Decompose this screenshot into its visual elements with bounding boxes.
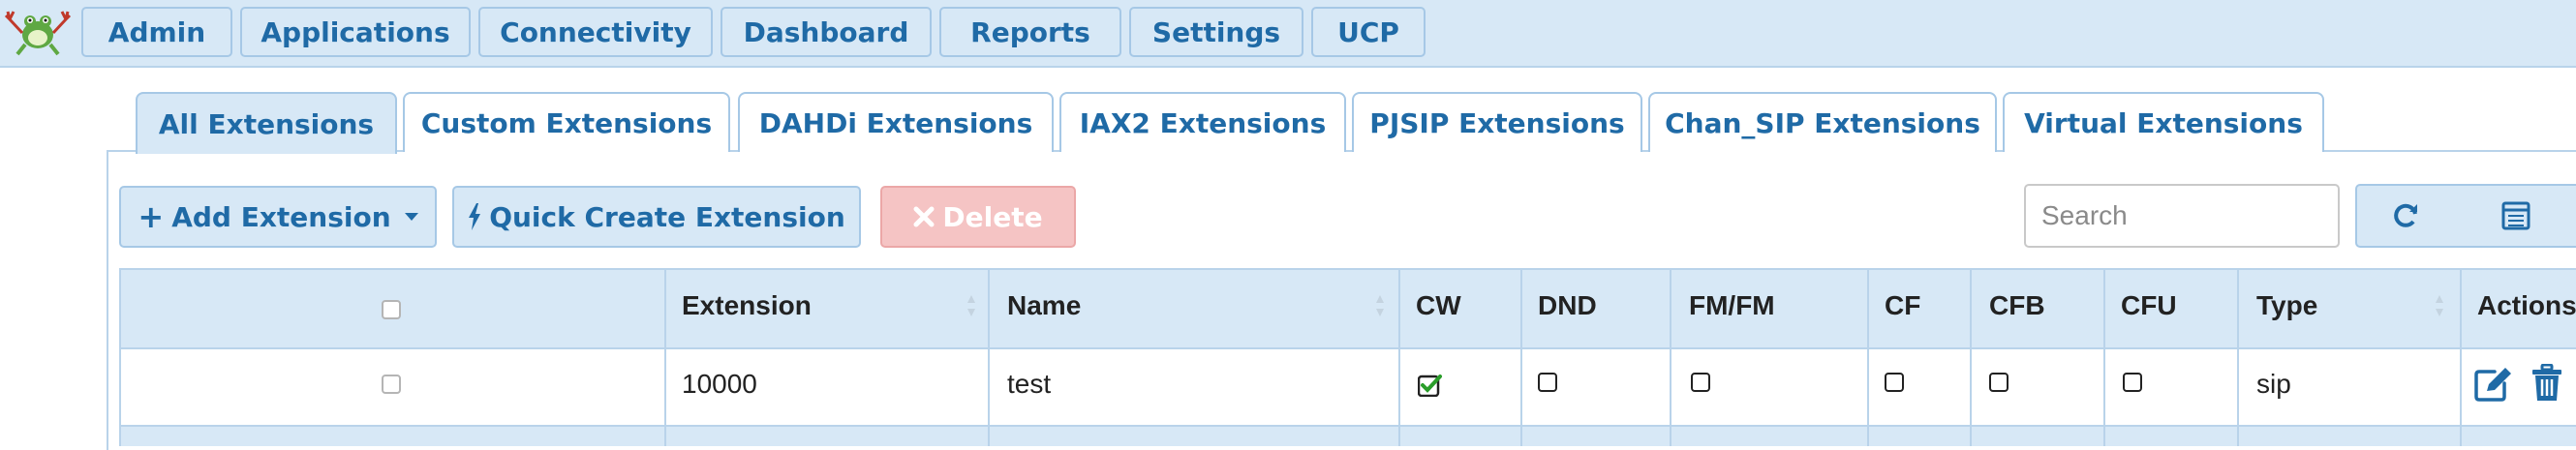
column-header-cf: CF <box>1885 290 1921 320</box>
column-divider <box>1970 268 1972 446</box>
column-header-name[interactable]: Name <box>1007 290 1081 321</box>
quick-create-extension-button[interactable]: Quick Create Extension <box>452 186 861 248</box>
cfb-checkbox[interactable] <box>1989 373 2009 392</box>
column-header-cw: CW <box>1416 290 1461 320</box>
tab-custom-extensions[interactable]: Custom Extensions <box>403 92 730 152</box>
add-extension-button[interactable]: + Add Extension <box>119 186 437 248</box>
nav-dashboard-button[interactable]: Dashboard <box>721 7 932 57</box>
column-header-cfb: CFB <box>1989 290 2045 320</box>
nav-applications-button[interactable]: Applications <box>240 7 471 57</box>
column-divider <box>1520 268 1522 446</box>
top-navigation: Admin Applications Connectivity Dashboar… <box>0 0 2576 68</box>
tab-iax2-extensions[interactable]: IAX2 Extensions <box>1059 92 1346 152</box>
select-all-checkbox[interactable] <box>382 300 401 319</box>
nav-reports-button[interactable]: Reports <box>939 7 1121 57</box>
column-divider <box>2460 268 2462 446</box>
sort-icon[interactable] <box>966 293 976 318</box>
column-divider <box>1398 268 1400 446</box>
refresh-button[interactable] <box>2355 184 2456 248</box>
cfu-checkbox[interactable] <box>2123 373 2142 392</box>
tab-pjsip-extensions[interactable]: PJSIP Extensions <box>1352 92 1642 152</box>
nav-ucp-button[interactable]: UCP <box>1311 7 1426 57</box>
dnd-checkbox[interactable] <box>1538 373 1557 392</box>
column-header-cfu: CFU <box>2121 290 2177 320</box>
bolt-icon <box>469 203 481 230</box>
column-header-dnd: DND <box>1538 290 1597 320</box>
column-divider <box>2103 268 2105 446</box>
delete-button[interactable]: Delete <box>880 186 1076 248</box>
column-divider <box>664 268 666 446</box>
sort-icon[interactable] <box>2435 293 2444 318</box>
column-header-extension[interactable]: Extension <box>682 290 812 321</box>
columns-button[interactable] <box>2454 184 2576 248</box>
column-header-actions: Actions <box>2477 290 2576 320</box>
table-footer-row <box>119 427 2576 446</box>
column-divider <box>2237 268 2239 446</box>
times-icon <box>913 206 935 227</box>
list-icon <box>2501 201 2530 230</box>
nav-settings-button[interactable]: Settings <box>1129 7 1303 57</box>
column-header-fmfm: FM/FM <box>1689 290 1775 320</box>
row-select-checkbox[interactable] <box>382 375 401 394</box>
refresh-icon <box>2394 203 2417 227</box>
delete-label: Delete <box>942 200 1043 233</box>
nav-connectivity-button[interactable]: Connectivity <box>478 7 713 57</box>
cell-type: sip <box>2256 369 2291 399</box>
column-header-type[interactable]: Type <box>2256 290 2317 321</box>
search-input[interactable] <box>2024 184 2340 248</box>
edit-icon[interactable] <box>2473 366 2512 403</box>
nav-admin-button[interactable]: Admin <box>81 7 232 57</box>
plus-icon: + <box>138 198 165 235</box>
tab-all-extensions[interactable]: All Extensions <box>136 92 397 154</box>
add-extension-label: Add Extension <box>171 200 391 233</box>
frog-logo-icon[interactable] <box>4 6 72 56</box>
tab-chan-sip-extensions[interactable]: Chan_SIP Extensions <box>1648 92 1997 152</box>
column-divider <box>119 268 121 446</box>
column-divider <box>988 268 990 446</box>
caret-down-icon <box>404 213 418 221</box>
column-divider <box>1867 268 1869 446</box>
column-divider <box>1670 268 1671 446</box>
cw-checked-checkbox[interactable] <box>1418 374 1443 397</box>
cell-extension: 10000 <box>682 369 757 399</box>
cell-name: test <box>1007 369 1052 399</box>
tab-virtual-extensions[interactable]: Virtual Extensions <box>2003 92 2324 152</box>
table-row <box>119 349 2576 427</box>
sort-icon[interactable] <box>1375 293 1385 318</box>
table-header-row <box>119 268 2576 349</box>
trash-icon[interactable] <box>2531 364 2562 403</box>
tab-dahdi-extensions[interactable]: DAHDi Extensions <box>738 92 1054 152</box>
quick-create-label: Quick Create Extension <box>489 200 845 233</box>
fmfm-checkbox[interactable] <box>1691 373 1710 392</box>
cf-checkbox[interactable] <box>1885 373 1904 392</box>
